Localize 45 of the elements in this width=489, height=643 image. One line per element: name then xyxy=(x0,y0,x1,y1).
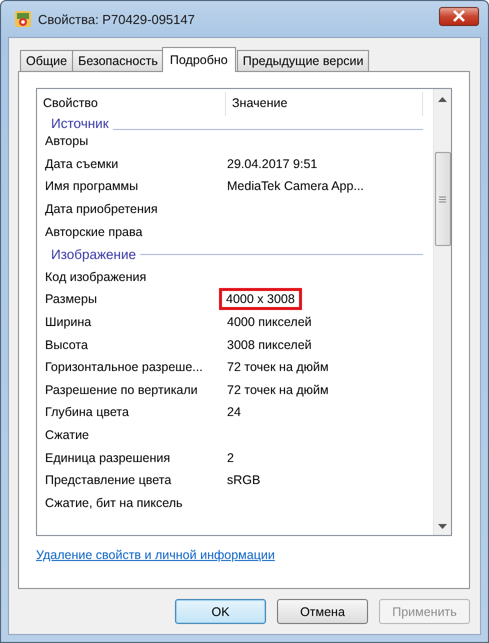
scroll-up-icon[interactable] xyxy=(438,97,447,102)
table-cell: MediaTek Camera App... xyxy=(227,178,364,194)
scroll-down-icon[interactable] xyxy=(438,524,447,529)
table-cell: 72 точек на дюйм xyxy=(227,359,329,376)
table-cell: 29.04.2017 9:51 xyxy=(227,156,318,172)
table-cell: 4000 пикселей xyxy=(227,314,312,330)
scroll-thumb[interactable] xyxy=(434,152,450,246)
table-cell: 3008 пикселей xyxy=(227,336,312,353)
table-cell: 4000 x 3008 xyxy=(222,291,299,308)
tab[interactable]: Безопасность xyxy=(72,50,164,71)
image-file-icon xyxy=(14,10,32,28)
group-heading: Изображение xyxy=(51,246,136,262)
table-cell-text: Глубина цвета xyxy=(44,405,130,420)
close-button[interactable] xyxy=(439,6,479,26)
group-heading: Источник xyxy=(51,118,109,130)
scrollbar[interactable] xyxy=(433,89,451,535)
table-cell: sRGB xyxy=(227,472,260,488)
table-cell-text: Высота xyxy=(44,338,89,352)
window-title: Свойства: P70429-095147 xyxy=(38,12,196,26)
table-cell: 2 xyxy=(227,450,234,466)
tab[interactable]: Подробно xyxy=(162,47,236,72)
table-cell: 24 xyxy=(227,404,241,420)
table-cell-text: Размеры xyxy=(44,292,98,306)
table-cell-text: Код изображения xyxy=(44,270,148,284)
remove-properties-link[interactable]: Удаление свойств и личной информации xyxy=(36,548,275,562)
table-cell-text: Дата приобретения xyxy=(44,202,159,216)
table-cell-text: Дата съемки xyxy=(44,156,120,171)
table-cell-text: Горизонтальное разреше... xyxy=(44,360,204,374)
table-cell-text: Авторские права xyxy=(44,224,144,239)
tab[interactable]: Предыдущие версии xyxy=(236,50,370,71)
ok-button[interactable]: OK xyxy=(175,599,266,624)
table-cell-text: Имя программы xyxy=(44,179,140,194)
table-cell-text: Ширина xyxy=(44,315,92,330)
table-cell: 72 точек на дюйм xyxy=(227,382,329,398)
cancel-button[interactable]: Отмена xyxy=(277,599,368,624)
table-cell-text: Представление цвета xyxy=(44,473,172,488)
close-icon[interactable] xyxy=(452,10,466,22)
table-cell-text: Сжатие, бит на пиксель xyxy=(44,496,184,510)
table-cell-text: Разрешение по вертикали xyxy=(44,382,199,397)
table-cell-text: Единица разрешения xyxy=(44,450,172,465)
column-header[interactable]: Свойство xyxy=(37,92,226,116)
table-cell-text: Сжатие xyxy=(44,428,90,442)
tab[interactable]: Общие xyxy=(20,50,74,71)
column-header[interactable]: Значение xyxy=(226,92,423,116)
table-cell-text: Авторы xyxy=(44,134,90,148)
